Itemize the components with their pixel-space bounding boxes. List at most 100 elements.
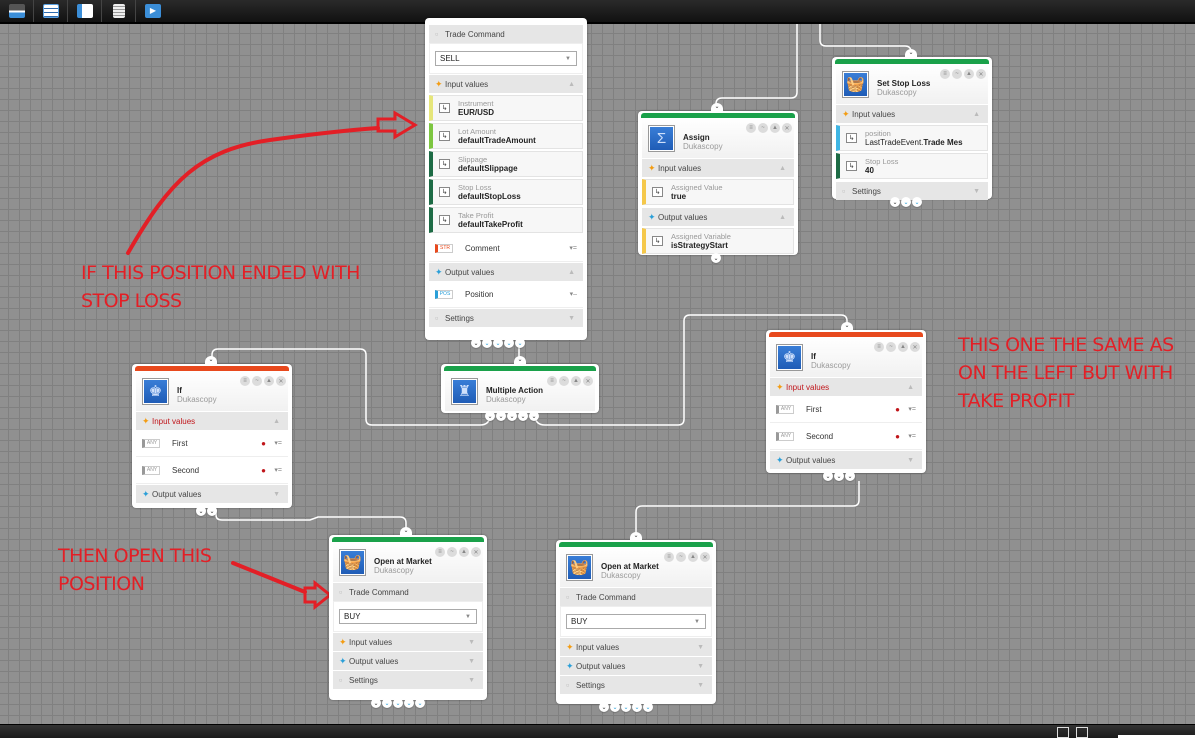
wave-icon[interactable]: ~ [559, 376, 569, 386]
menu-icon[interactable]: ≡ [940, 69, 950, 79]
output-values-section[interactable]: ✦ Output values ▼ [770, 450, 922, 469]
output-port[interactable]: ⌄ [621, 702, 631, 712]
output-port[interactable]: ⌄ [482, 338, 492, 348]
output-port[interactable]: ⌄ [515, 338, 525, 348]
output-port[interactable]: ⌄ [382, 698, 392, 708]
close-icon[interactable]: ✕ [583, 376, 593, 386]
add-block-button[interactable] [68, 0, 102, 22]
input-values-section[interactable]: ✦ Input values ▲ [642, 158, 794, 177]
wave-icon[interactable]: ~ [252, 376, 262, 386]
first-param[interactable]: ANY First ● ▾= [136, 430, 288, 457]
set-stop-loss-node[interactable]: ⌄ 🧺 Set Stop Loss Dukascopy ≡ ~ ▲ ✕ ✦ Input va… [832, 49, 992, 207]
output-port[interactable]: ⌄ [471, 338, 481, 348]
output-port[interactable]: ⌄ [496, 411, 506, 421]
output-port[interactable]: ⌄ [632, 702, 642, 712]
menu-icon[interactable]: ≡ [874, 342, 884, 352]
collapse-icon[interactable]: ▲ [571, 376, 581, 386]
input-port[interactable]: ⌄ [905, 49, 917, 59]
open-at-market-sell-node[interactable]: ▫ Trade Command SELL ▼ ✦ Input values ▲ ↳ Ins… [425, 18, 587, 348]
input-values-section[interactable]: ✦ Input values ▲ [136, 411, 288, 430]
output-port[interactable]: ⌄ [834, 471, 844, 481]
input-values-section[interactable]: ✦ Input values ▼ [560, 637, 712, 656]
output-port[interactable]: ⌄ [415, 698, 425, 708]
properties-button[interactable] [34, 0, 68, 22]
output-values-section[interactable]: ✦ Output values ▼ [136, 484, 288, 503]
new-document-button[interactable] [102, 0, 136, 22]
input-port[interactable]: ⌄ [630, 532, 642, 542]
fit-icon[interactable] [1057, 727, 1069, 738]
close-icon[interactable]: ✕ [976, 69, 986, 79]
assigned-variable-row[interactable]: ↳ Assigned Variable isStrategyStart [642, 228, 794, 254]
output-port[interactable]: ⌄ [643, 702, 653, 712]
menu-icon[interactable]: ≡ [240, 376, 250, 386]
menu-icon[interactable]: ≡ [547, 376, 557, 386]
trade-command-section[interactable]: ▫ Trade Command [429, 24, 583, 43]
collapse-icon[interactable]: ▲ [459, 547, 469, 557]
output-port[interactable]: ⌄ [504, 338, 514, 348]
close-icon[interactable]: ✕ [276, 376, 286, 386]
collapse-icon[interactable]: ▲ [264, 376, 274, 386]
settings-section[interactable]: ▫ Settings ▼ [560, 675, 712, 694]
collapse-icon[interactable]: ▲ [964, 69, 974, 79]
trade-command-section[interactable]: ▫ Trade Command [333, 582, 483, 601]
wave-icon[interactable]: ~ [952, 69, 962, 79]
input-port[interactable]: ⌄ [711, 103, 723, 113]
input-row-slippage[interactable]: ↳ Slippage defaultSlippage [429, 151, 583, 177]
input-row-take-profit[interactable]: ↳ Take Profit defaultTakeProfit [429, 207, 583, 233]
open-at-market-buy-node-left[interactable]: ⌄ 🧺 Open at Market Dukascopy ≡ ~ ▲ ✕ ▫ Trade C… [329, 527, 487, 708]
open-at-market-buy-node-right[interactable]: ⌄ 🧺 Open at Market Dukascopy ≡ ~ ▲ ✕ ▫ Trade C… [556, 532, 716, 712]
output-values-section[interactable]: ✦ Output values ▼ [560, 656, 712, 675]
menu-icon[interactable]: ≡ [746, 123, 756, 133]
input-row-stop-loss[interactable]: ↳ Stop Loss defaultStopLoss [429, 179, 583, 205]
assign-node[interactable]: ⌄ Σ Assign Dukascopy ≡ ~ ▲ ✕ ✦ Input values ▲ ↳… [638, 103, 798, 263]
output-port[interactable]: ⌄ [890, 197, 900, 207]
close-icon[interactable]: ✕ [782, 123, 792, 133]
output-port[interactable]: ⌄ [599, 702, 609, 712]
trade-command-section[interactable]: ▫ Trade Command [560, 587, 712, 606]
output-port-false[interactable]: ⌄ [207, 506, 217, 516]
output-port[interactable]: ⌄ [404, 698, 414, 708]
wave-icon[interactable]: ~ [758, 123, 768, 133]
run-button[interactable]: ▶ [136, 0, 170, 22]
input-port[interactable]: ⌄ [841, 322, 853, 332]
wave-icon[interactable]: ~ [886, 342, 896, 352]
stop-loss-row[interactable]: ↳ Stop Loss 40 [836, 153, 988, 179]
output-port[interactable]: ⌄ [711, 253, 721, 263]
input-port[interactable]: ⌄ [205, 356, 217, 366]
menu-icon[interactable]: ≡ [435, 547, 445, 557]
output-port[interactable]: ⌄ [371, 698, 381, 708]
settings-section[interactable]: ▫ Settings ▼ [429, 308, 583, 327]
wave-icon[interactable]: ~ [447, 547, 457, 557]
wave-icon[interactable]: ~ [676, 552, 686, 562]
output-port[interactable]: ⌄ [610, 702, 620, 712]
settings-section[interactable]: ▫ Settings ▼ [333, 670, 483, 689]
output-port[interactable]: ⌄ [393, 698, 403, 708]
input-values-section[interactable]: ✦ Input values ▲ [429, 74, 583, 93]
menu-icon[interactable]: ≡ [664, 552, 674, 562]
fullscreen-icon[interactable] [1076, 727, 1088, 738]
close-icon[interactable]: ✕ [700, 552, 710, 562]
collapse-icon[interactable]: ▲ [688, 552, 698, 562]
comment-param[interactable]: STR Comment ▾= [429, 235, 583, 262]
input-port[interactable]: ⌄ [400, 527, 412, 537]
input-row-instrument[interactable]: ↳ Instrument EUR/USD [429, 95, 583, 121]
second-param[interactable]: ANY Second ● ▾= [136, 457, 288, 484]
input-values-section[interactable]: ✦ Input values ▼ [333, 632, 483, 651]
assigned-value-row[interactable]: ↳ Assigned Value true [642, 179, 794, 205]
output-port[interactable]: ⌄ [912, 197, 922, 207]
if-node-left[interactable]: ⌄ ♚ If Dukascopy ≡ ~ ▲ ✕ ✦ Input values ▲ ANY Fi… [132, 356, 292, 516]
close-icon[interactable]: ✕ [471, 547, 481, 557]
input-port[interactable]: ⌄ [514, 356, 526, 366]
collapse-icon[interactable]: ▲ [898, 342, 908, 352]
output-port-true[interactable]: ⌄ [196, 506, 206, 516]
output-port[interactable]: ⌄ [493, 338, 503, 348]
second-param[interactable]: ANY Second ● ▾= [770, 423, 922, 450]
save-button[interactable] [0, 0, 34, 22]
trade-command-select[interactable]: SELL ▼ [435, 51, 577, 66]
trade-command-select[interactable]: BUY ▼ [566, 614, 706, 629]
collapse-icon[interactable]: ▲ [770, 123, 780, 133]
output-values-section[interactable]: ✦ Output values ▲ [642, 207, 794, 226]
position-row[interactable]: ↳ position LastTradeEvent.Trade Mes [836, 125, 988, 151]
output-port[interactable]: ⌄ [845, 471, 855, 481]
output-values-section[interactable]: ✦ Output values ▼ [333, 651, 483, 670]
